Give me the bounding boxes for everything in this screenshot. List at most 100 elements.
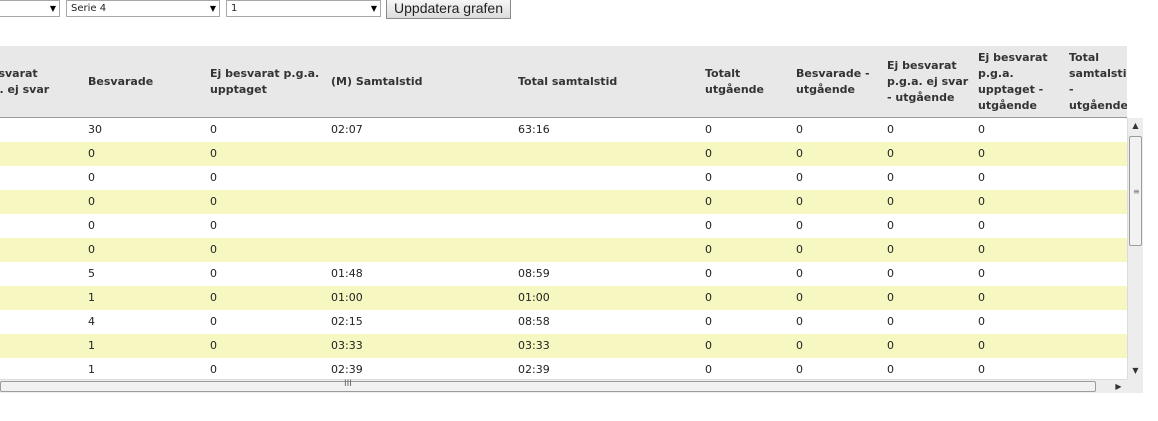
table-cell: 0 bbox=[705, 339, 712, 352]
table-cell: 0 bbox=[796, 243, 803, 256]
data-grid: Ej besvarat p.g.a. ej svar Besvarade Ej … bbox=[0, 46, 1127, 379]
table-cell: 0 bbox=[978, 195, 985, 208]
column-header[interactable]: Ej besvarat p.g.a. ej svar - utgående bbox=[887, 46, 971, 118]
table-cell: 1 bbox=[88, 363, 95, 376]
table-row[interactable]: 5 0 01:48 08:59 0 0 0 0 bbox=[0, 262, 1127, 286]
table-cell: 0 bbox=[210, 147, 217, 160]
table-cell: 0 bbox=[978, 339, 985, 352]
table-cell: 0 bbox=[978, 123, 985, 136]
table-cell: 0 bbox=[887, 267, 894, 280]
column-header[interactable]: Besvarade - utgående bbox=[796, 46, 876, 118]
table-cell: 0 bbox=[887, 147, 894, 160]
table-cell: 0 bbox=[705, 123, 712, 136]
table-cell: 0 bbox=[88, 219, 95, 232]
series-select-value: Serie 4 bbox=[71, 3, 107, 14]
table-cell: 0 bbox=[796, 267, 803, 280]
table-cell: 0 bbox=[978, 291, 985, 304]
table-row[interactable]: 0 0 0 0 0 0 bbox=[0, 238, 1127, 262]
column-header[interactable]: (M) Samtalstid bbox=[331, 46, 501, 118]
table-cell: 0 bbox=[887, 123, 894, 136]
table-cell: 0 bbox=[88, 147, 95, 160]
scroll-thumb[interactable]: ≡ bbox=[1129, 136, 1142, 246]
table-cell: 0 bbox=[796, 291, 803, 304]
filter-select-1[interactable]: ▼ bbox=[0, 0, 60, 17]
table-cell: 0 bbox=[705, 243, 712, 256]
table-cell: 0 bbox=[210, 339, 217, 352]
table-cell: 0 bbox=[705, 219, 712, 232]
table-cell: 0 bbox=[705, 147, 712, 160]
table-row[interactable]: 1 0 03:33 03:33 0 0 0 0 bbox=[0, 334, 1127, 358]
table-cell: 0 bbox=[210, 291, 217, 304]
table-cell: 01:48 bbox=[331, 267, 363, 280]
scroll-thumb[interactable]: III bbox=[0, 379, 1096, 392]
table-cell: 0 bbox=[978, 315, 985, 328]
series-select[interactable]: Serie 4 ▼ bbox=[66, 0, 220, 17]
table-cell: 02:15 bbox=[331, 315, 363, 328]
table-cell: 0 bbox=[796, 123, 803, 136]
column-header[interactable]: Besvarade bbox=[88, 46, 198, 118]
table-cell: 0 bbox=[210, 195, 217, 208]
table-cell: 0 bbox=[978, 219, 985, 232]
table-cell: 0 bbox=[210, 363, 217, 376]
table-cell: 01:00 bbox=[331, 291, 363, 304]
table-row[interactable]: 0 0 0 0 0 0 bbox=[0, 142, 1127, 166]
table-cell: 0 bbox=[796, 339, 803, 352]
update-chart-button[interactable]: Uppdatera grafen bbox=[386, 0, 511, 19]
table-cell: 0 bbox=[705, 363, 712, 376]
table-cell: 0 bbox=[705, 171, 712, 184]
table-cell: 0 bbox=[88, 171, 95, 184]
table-cell: 0 bbox=[978, 171, 985, 184]
table-cell: 5 bbox=[88, 267, 95, 280]
table-cell: 0 bbox=[887, 171, 894, 184]
table-cell: 02:39 bbox=[331, 363, 363, 376]
vertical-scrollbar[interactable]: ▲ ≡ ▼ bbox=[1127, 118, 1143, 379]
table-cell: 03:33 bbox=[518, 339, 550, 352]
table-row[interactable]: 0 0 0 0 0 0 bbox=[0, 214, 1127, 238]
arrow-right-icon[interactable]: ▶ bbox=[1110, 380, 1127, 393]
table-cell: 0 bbox=[887, 195, 894, 208]
table-cell: 0 bbox=[887, 363, 894, 376]
table-cell: 0 bbox=[796, 171, 803, 184]
table-cell: 0 bbox=[210, 171, 217, 184]
column-header[interactable]: Totalt utgående bbox=[705, 46, 785, 118]
table-cell: 08:59 bbox=[518, 267, 550, 280]
horizontal-scrollbar[interactable]: III ▶ bbox=[0, 379, 1127, 393]
table-row[interactable]: 1 0 01:00 01:00 0 0 0 0 bbox=[0, 286, 1127, 310]
column-header[interactable]: Ej besvarat p.g.a. upptaget bbox=[210, 46, 320, 118]
column-header[interactable]: Ej besvarat p.g.a. upptaget - utgående bbox=[978, 46, 1058, 118]
table-row[interactable]: 0 0 0 0 0 0 bbox=[0, 190, 1127, 214]
table-cell: 01:00 bbox=[518, 291, 550, 304]
arrow-down-icon[interactable]: ▼ bbox=[1128, 363, 1143, 379]
column-header[interactable]: Total samtalstid bbox=[518, 46, 688, 118]
chevron-down-icon: ▼ bbox=[370, 4, 377, 13]
table-cell: 0 bbox=[705, 195, 712, 208]
table-cell: 0 bbox=[978, 363, 985, 376]
arrow-up-icon[interactable]: ▲ bbox=[1128, 118, 1143, 134]
table-cell: 1 bbox=[88, 291, 95, 304]
table-cell: 0 bbox=[210, 243, 217, 256]
table-cell: 0 bbox=[978, 243, 985, 256]
period-select[interactable]: 1 ▼ bbox=[226, 0, 381, 17]
column-header[interactable]: Ej besvarat p.g.a. ej svar bbox=[0, 46, 68, 118]
table-cell: 0 bbox=[887, 339, 894, 352]
chevron-down-icon: ▼ bbox=[209, 4, 216, 13]
table-cell: 0 bbox=[887, 219, 894, 232]
table-cell: 0 bbox=[210, 315, 217, 328]
table-cell: 0 bbox=[978, 267, 985, 280]
table-cell: 0 bbox=[210, 267, 217, 280]
period-select-value: 1 bbox=[231, 3, 238, 14]
table-body: 30 0 02:07 63:16 0 0 0 0 0 0 0 0 0 0 0 0 0 0 0 0 0 0 0 0 0 0 0 0 0 0 0… bbox=[0, 118, 1127, 379]
table-cell: 0 bbox=[705, 291, 712, 304]
table-row[interactable]: 0 0 0 0 0 0 bbox=[0, 166, 1127, 190]
table-cell: 0 bbox=[88, 243, 95, 256]
table-cell: 0 bbox=[887, 315, 894, 328]
table-row[interactable]: 30 0 02:07 63:16 0 0 0 0 bbox=[0, 118, 1127, 142]
table-cell: 0 bbox=[978, 147, 985, 160]
table-cell: 0 bbox=[887, 243, 894, 256]
scroll-corner bbox=[1127, 379, 1143, 393]
column-header[interactable]: Total samtalstid - utgående bbox=[1069, 46, 1127, 118]
table-header: Ej besvarat p.g.a. ej svar Besvarade Ej … bbox=[0, 46, 1127, 118]
table-row[interactable]: 4 0 02:15 08:58 0 0 0 0 bbox=[0, 310, 1127, 334]
table-cell: 0 bbox=[796, 363, 803, 376]
table-row[interactable]: 1 0 02:39 02:39 0 0 0 0 bbox=[0, 358, 1127, 379]
